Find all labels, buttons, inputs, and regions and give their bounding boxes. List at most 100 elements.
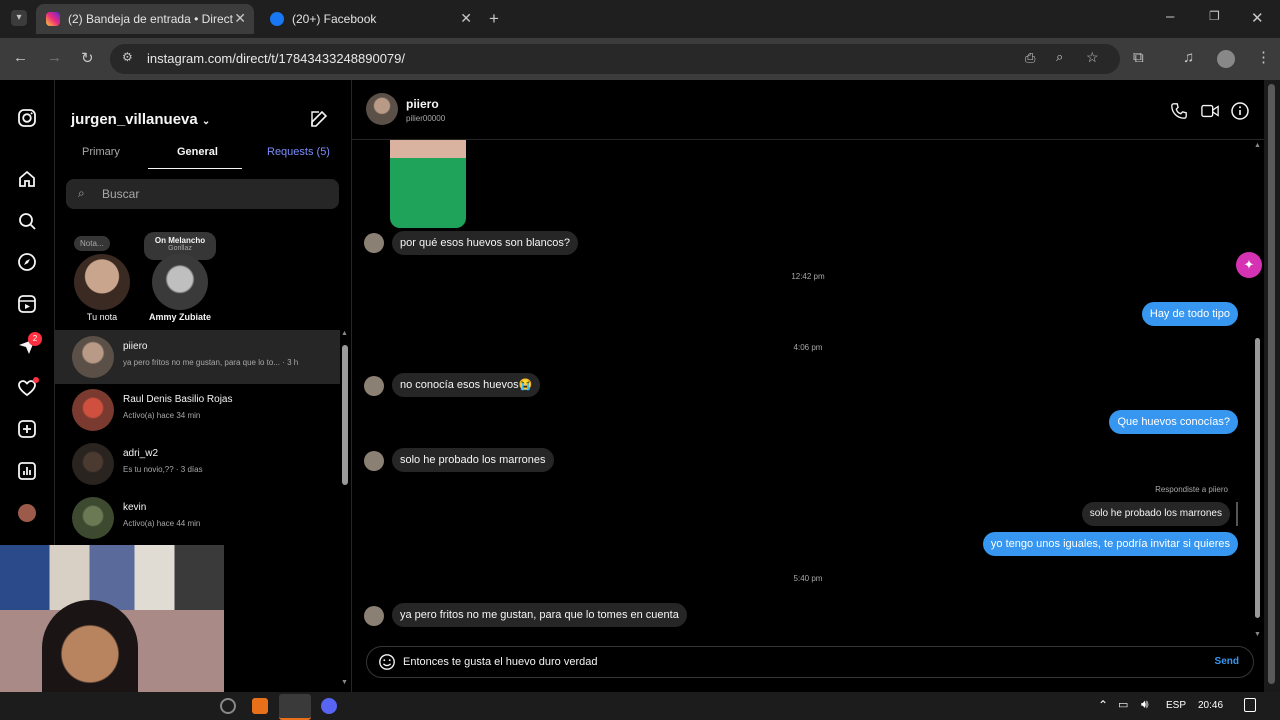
tray-chevron-up-icon[interactable]: ⌃ <box>1098 698 1108 712</box>
new-message-icon[interactable] <box>309 109 329 129</box>
chat-contact-handle: pilier00000 <box>406 114 446 123</box>
zoom-icon[interactable]: ⌕ <box>1056 49 1063 65</box>
avatar[interactable] <box>366 93 398 125</box>
volume-icon[interactable]: 🔊︎ <box>1141 697 1149 712</box>
instagram-logo-icon[interactable] <box>17 108 37 128</box>
maximize-button[interactable]: ❐ <box>1209 9 1220 23</box>
bookmark-star-icon[interactable]: ☆ <box>1086 49 1099 66</box>
phone-icon[interactable] <box>1170 102 1188 120</box>
browser-tab-bar: ▾ (2) Bandeja de entrada • Direct ✕ (20+… <box>0 0 1280 38</box>
reload-icon[interactable]: ↻ <box>81 49 94 67</box>
url-field[interactable]: ⚙ instagram.com/direct/t/178434332488900… <box>110 44 1120 74</box>
account-username[interactable]: jurgen_villanueva ⌄ <box>71 111 210 128</box>
media-icon[interactable]: ♫ <box>1183 49 1194 66</box>
message-incoming[interactable]: no conocía esos huevos😭 <box>392 373 541 397</box>
close-tab-icon[interactable]: ✕ <box>460 10 472 27</box>
taskbar-app-icon[interactable] <box>220 698 236 714</box>
dashboard-icon[interactable] <box>17 461 37 481</box>
profile-avatar[interactable] <box>1217 50 1235 68</box>
conversation-adri[interactable]: adri_w2 Es tu novio,?? · 3 días <box>55 437 340 491</box>
quoted-message[interactable]: solo he probado los marrones <box>1081 502 1230 526</box>
avatar <box>364 376 384 396</box>
conversation-preview: Activo(a) hace 44 min <box>123 519 201 528</box>
taskbar-discord-icon[interactable] <box>321 698 337 714</box>
scroll-down-arrow[interactable]: ▼ <box>1254 631 1261 638</box>
tab-facebook[interactable]: (20+) Facebook ✕ <box>260 4 480 34</box>
tab-instagram[interactable]: (2) Bandeja de entrada • Direct ✕ <box>36 4 254 34</box>
message-composer[interactable]: Entonces te gusta el huevo duro verdad S… <box>366 646 1254 678</box>
search-input[interactable]: ⌕ Buscar <box>66 179 339 209</box>
scroll-up-arrow[interactable]: ▲ <box>341 330 348 337</box>
notifications-icon[interactable] <box>1244 698 1256 712</box>
conversation-kevin[interactable]: kevin Activo(a) hace 44 min <box>55 491 340 545</box>
taskbar-app-icon[interactable] <box>252 698 268 714</box>
forward-icon[interactable]: → <box>47 49 62 66</box>
home-icon[interactable] <box>17 169 37 189</box>
message-incoming[interactable]: por qué esos huevos son blancos? <box>392 231 579 255</box>
quote-bar <box>1236 502 1238 526</box>
avatar <box>72 336 114 378</box>
avatar <box>72 443 114 485</box>
search-icon[interactable] <box>17 211 37 231</box>
scroll-thumb[interactable] <box>1268 84 1275 684</box>
network-icon[interactable]: ▭ <box>1118 698 1128 711</box>
menu-icon[interactable]: ⋮ <box>1256 48 1271 66</box>
site-info-icon[interactable]: ⚙ <box>122 50 133 64</box>
explore-icon[interactable] <box>17 252 37 272</box>
extensions-icon[interactable]: ⧉ <box>1133 49 1144 66</box>
timestamp: 4:06 pm <box>793 343 823 352</box>
tab-requests[interactable]: Requests (5) <box>267 146 330 158</box>
scroll-thumb[interactable] <box>1255 338 1260 618</box>
video-call-icon[interactable] <box>1200 102 1220 120</box>
taskbar-clock[interactable]: 20:46 <box>1198 700 1223 711</box>
message-incoming[interactable]: ya pero fritos no me gustan, para que lo… <box>392 603 687 627</box>
scroll-thumb[interactable] <box>342 345 348 485</box>
conversation-raul[interactable]: Raul Denis Basilio Rojas Activo(a) hace … <box>55 383 340 437</box>
scroll-down-arrow[interactable]: ▼ <box>341 679 348 686</box>
scroll-up-arrow[interactable]: ▲ <box>1254 142 1261 149</box>
floating-extension-button[interactable]: ✦ <box>1236 252 1262 278</box>
create-icon[interactable] <box>17 419 37 439</box>
chat-contact-name[interactable]: piiero <box>406 97 439 111</box>
install-icon[interactable]: ⎙ <box>1025 50 1035 66</box>
taskbar-steam-icon[interactable] <box>279 694 311 720</box>
tab-general[interactable]: General <box>177 146 218 158</box>
minimize-button[interactable]: – <box>1166 8 1174 25</box>
url-text: instagram.com/direct/t/17843433248890079… <box>147 51 406 66</box>
message-outgoing[interactable]: Hay de todo tipo <box>1141 302 1238 326</box>
tab-title: (2) Bandeja de entrada • Direct <box>68 12 233 26</box>
emoji-icon[interactable] <box>378 653 396 671</box>
search-placeholder: Buscar <box>102 187 140 201</box>
language-indicator[interactable]: ESP <box>1166 700 1186 711</box>
profile-avatar[interactable] <box>18 504 36 522</box>
send-button[interactable]: Send <box>1215 656 1239 667</box>
avatar <box>364 606 384 626</box>
music-note-title: On Melancho <box>154 236 206 245</box>
close-tab-icon[interactable]: ✕ <box>234 10 246 27</box>
close-window-button[interactable]: ✕ <box>1251 9 1264 27</box>
tab-search-icon[interactable]: ▾ <box>11 10 27 26</box>
conversation-preview: Activo(a) hace 34 min <box>123 411 201 420</box>
notification-dot <box>33 377 39 383</box>
conversation-name: kevin <box>123 502 147 513</box>
new-tab-button[interactable]: + <box>489 9 499 29</box>
page-scrollbar[interactable] <box>1264 80 1280 692</box>
timestamp: 5:40 pm <box>793 574 823 583</box>
shared-image[interactable] <box>390 140 466 228</box>
back-icon[interactable]: ← <box>13 49 28 66</box>
message-outgoing[interactable]: Que huevos conocías? <box>1109 410 1238 434</box>
tab-primary[interactable]: Primary <box>82 146 120 158</box>
music-note-artist: Gorillaz <box>168 245 192 252</box>
tab-title: (20+) Facebook <box>292 12 377 26</box>
instagram-favicon-icon <box>46 12 60 26</box>
conversation-list-scrollbar[interactable]: ▲ ▼ <box>341 330 349 686</box>
message-outgoing[interactable]: yo tengo unos iguales, te podría invitar… <box>982 532 1238 556</box>
messages-badge: 2 <box>28 332 42 346</box>
conversation-piiero[interactable]: piiero ya pero fritos no me gustan, para… <box>55 330 340 384</box>
chat-scrollbar[interactable]: ▲ ▼ <box>1252 142 1262 638</box>
info-icon[interactable] <box>1230 101 1250 121</box>
message-incoming[interactable]: solo he probado los marrones <box>392 448 554 472</box>
reels-icon[interactable] <box>17 294 37 314</box>
chat-panel: piiero pilier00000 por qué esos huevos s… <box>352 80 1264 692</box>
avatar <box>72 389 114 431</box>
